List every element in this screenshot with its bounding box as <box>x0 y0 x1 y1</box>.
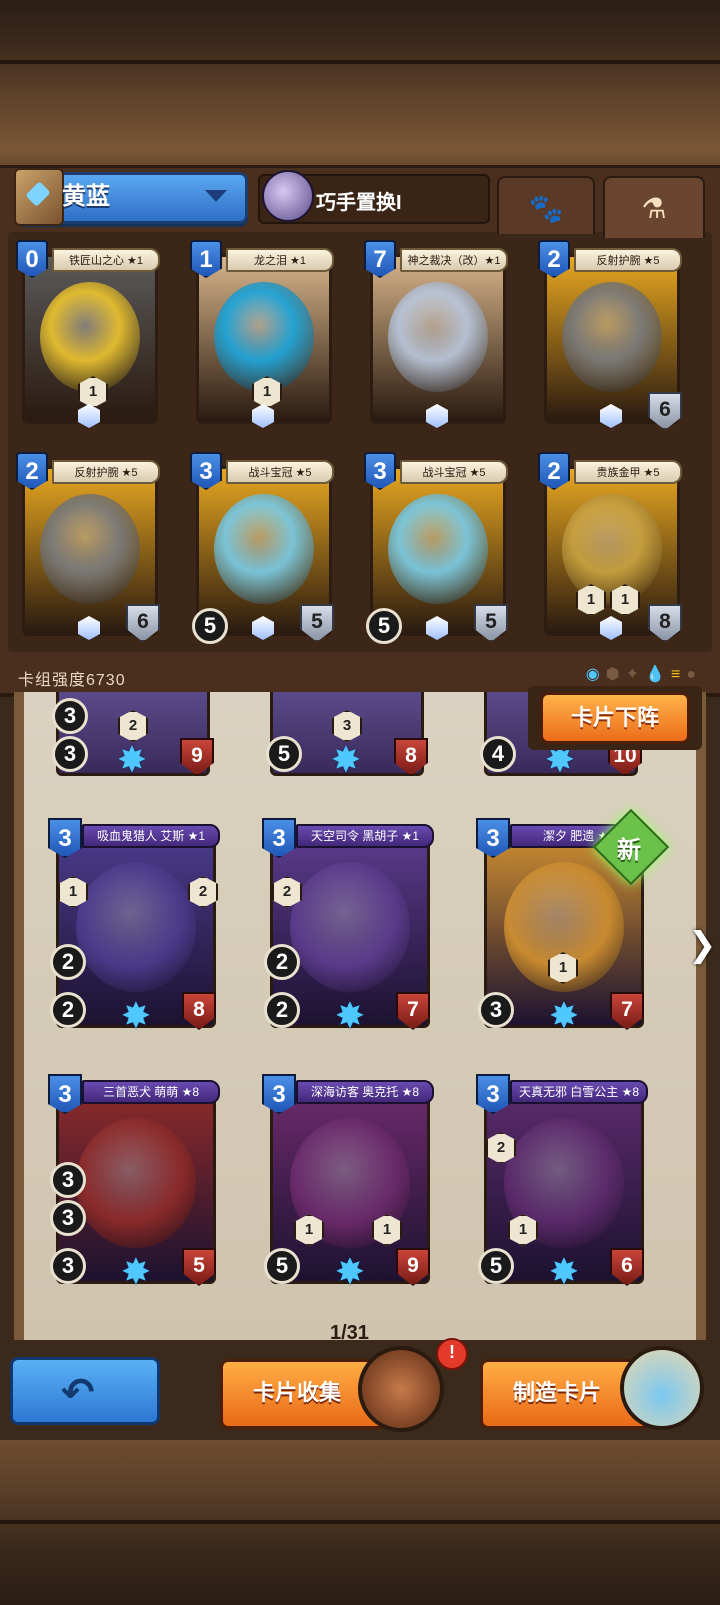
filter-shield-icon[interactable]: ⬢ <box>606 666 626 683</box>
craft-card-label: 制造卡片 <box>513 1380 602 1405</box>
card-attack: 3 <box>478 992 514 1028</box>
card-art <box>40 494 140 604</box>
deck-name: 黄蓝 <box>62 183 110 210</box>
paw-icon: 🐾 <box>528 193 564 224</box>
back-arrow-icon: ↶ <box>61 1371 95 1415</box>
card-art <box>214 494 314 604</box>
deck-card[interactable]: 战斗宝冠 ★5 3 5 5 <box>364 452 508 644</box>
rarity-star-icon: ✸ <box>334 995 366 1036</box>
card-name: 龙之泪 ★1 <box>226 248 334 272</box>
filter-all-icon[interactable]: ◉ <box>586 666 606 683</box>
deck-card[interactable]: 反射护腕 ★5 2 6 <box>16 452 160 642</box>
card-art <box>76 862 196 992</box>
rarity-star-icon: ✸ <box>120 995 152 1036</box>
rarity-star-icon: ✸ <box>334 1251 366 1292</box>
card-name: 吸血鬼猎人 艾斯 ★1 <box>82 824 220 848</box>
card-health: 5 <box>300 604 334 642</box>
rarity-star-icon: ✸ <box>548 995 580 1036</box>
deck-book-icon <box>14 168 64 226</box>
card-attack: 5 <box>266 736 302 772</box>
card-attack: 5 <box>192 608 228 644</box>
deck-card[interactable]: 贵族金甲 ★5 2 1 1 8 <box>538 452 682 642</box>
card-stat-a: 2 <box>50 944 86 980</box>
card-name: 深海访客 奥克托 ★8 <box>296 1080 434 1104</box>
rarity-star-icon: ✸ <box>116 739 148 780</box>
deck-card[interactable]: 战斗宝冠 ★5 3 5 5 <box>190 452 334 644</box>
partial-card[interactable]: 3 3 2 ✸ 9 <box>48 692 218 784</box>
card-name: 反射护腕 ★5 <box>52 460 160 484</box>
filter-gold-icon[interactable]: ≡ <box>671 666 686 683</box>
filter-icons[interactable]: ◉⬢✦💧≡● <box>586 664 702 684</box>
next-page-arrow-icon[interactable]: ❯ <box>688 926 717 964</box>
collection-card[interactable]: 天真无邪 白雪公主 ★8 3 2 1 5 ✸ 6 <box>476 1074 652 1294</box>
card-stat-a2: 3 <box>50 1162 86 1198</box>
card-art <box>388 494 488 604</box>
card-name: 战斗宝冠 ★5 <box>400 460 508 484</box>
chevron-down-icon[interactable] <box>205 190 227 202</box>
card-art <box>388 282 488 392</box>
card-health: 6 <box>126 604 160 642</box>
card-health: 5 <box>474 604 508 642</box>
wood-frame-top <box>0 0 720 165</box>
card-name: 三首恶犬 萌萌 ★8 <box>82 1080 220 1104</box>
collection-card[interactable]: 深海访客 奥克托 ★8 3 1 1 5 ✸ 9 <box>262 1074 438 1294</box>
page-counter: 1/31 <box>330 1322 369 1344</box>
swap-skill-label: 巧手置换I <box>316 192 402 214</box>
card-stat-a: 3 <box>50 1200 86 1236</box>
card-name: 铁匠山之心 ★1 <box>52 248 160 272</box>
collection-card[interactable]: 吸血鬼猎人 艾斯 ★1 3 1 2 2 2 ✸ 8 <box>48 818 224 1038</box>
card-name: 神之裁决（改）★1 <box>400 248 508 272</box>
card-attack: 2 <box>50 992 86 1028</box>
card-art <box>562 282 662 392</box>
potion-icon: ⚗ <box>641 193 667 224</box>
swap-skill-avatar <box>262 170 314 222</box>
card-stat-a: 2 <box>264 944 300 980</box>
card-attack: 2 <box>264 992 300 1028</box>
card-name: 反射护腕 ★5 <box>574 248 682 272</box>
card-name: 天空司令 黑胡子 ★1 <box>296 824 434 848</box>
deck-card[interactable]: 反射护腕 ★5 2 6 <box>538 240 682 430</box>
card-name: 天真无邪 白雪公主 ★8 <box>510 1080 648 1104</box>
card-health: 8 <box>648 604 682 642</box>
card-attack: 3 <box>52 736 88 772</box>
rarity-star-icon: ✸ <box>120 1251 152 1292</box>
rarity-star-icon: ✸ <box>330 739 362 780</box>
deck-card[interactable]: 铁匠山之心 ★1 0 1 <box>16 240 160 428</box>
tab-potions[interactable]: ⚗ <box>603 176 705 238</box>
card-name: 战斗宝冠 ★5 <box>226 460 334 484</box>
card-art <box>76 1118 196 1248</box>
filter-water-icon[interactable]: 💧 <box>645 666 671 683</box>
card-health: 6 <box>648 392 682 430</box>
filter-claw-icon[interactable]: ✦ <box>626 666 645 683</box>
card-attack: 4 <box>480 736 516 772</box>
card-art <box>40 282 140 392</box>
wood-frame-bottom <box>0 1440 720 1605</box>
card-attack: 5 <box>264 1248 300 1284</box>
collection-card[interactable]: 天空司令 黑胡子 ★1 3 2 2 2 ✸ 7 <box>262 818 438 1038</box>
new-badge-label: 新 <box>617 837 641 864</box>
card-collection-icon[interactable] <box>358 1346 444 1432</box>
card-stat-top: 3 <box>52 698 88 734</box>
partial-card[interactable]: 5 3 ✸ 8 <box>262 692 432 784</box>
card-attack: 3 <box>50 1248 86 1284</box>
deck-card[interactable]: 龙之泪 ★1 1 1 <box>190 240 334 428</box>
deck-power: 卡组强度6730 <box>18 672 126 689</box>
filter-other-icon[interactable]: ● <box>686 666 702 683</box>
rarity-star-icon: ✸ <box>548 1251 580 1292</box>
card-collection-label: 卡片收集 <box>253 1380 342 1405</box>
card-art <box>562 494 662 604</box>
card-art <box>290 862 410 992</box>
card-name: 贵族金甲 ★5 <box>574 460 682 484</box>
back-button[interactable]: ↶ <box>10 1357 160 1425</box>
card-attack: 5 <box>478 1248 514 1284</box>
deck-card[interactable]: 神之裁决（改）★1 7 <box>364 240 508 428</box>
card-art <box>214 282 314 392</box>
craft-potion-icon[interactable] <box>620 1346 704 1430</box>
collection-card[interactable]: 三首恶犬 萌萌 ★8 3 3 3 3 ✸ 5 <box>48 1074 224 1294</box>
unmount-card-button[interactable]: 卡片下阵 <box>540 692 690 744</box>
alert-badge: ! <box>436 1338 468 1370</box>
card-attack: 5 <box>366 608 402 644</box>
tab-pets[interactable]: 🐾 <box>497 176 595 234</box>
